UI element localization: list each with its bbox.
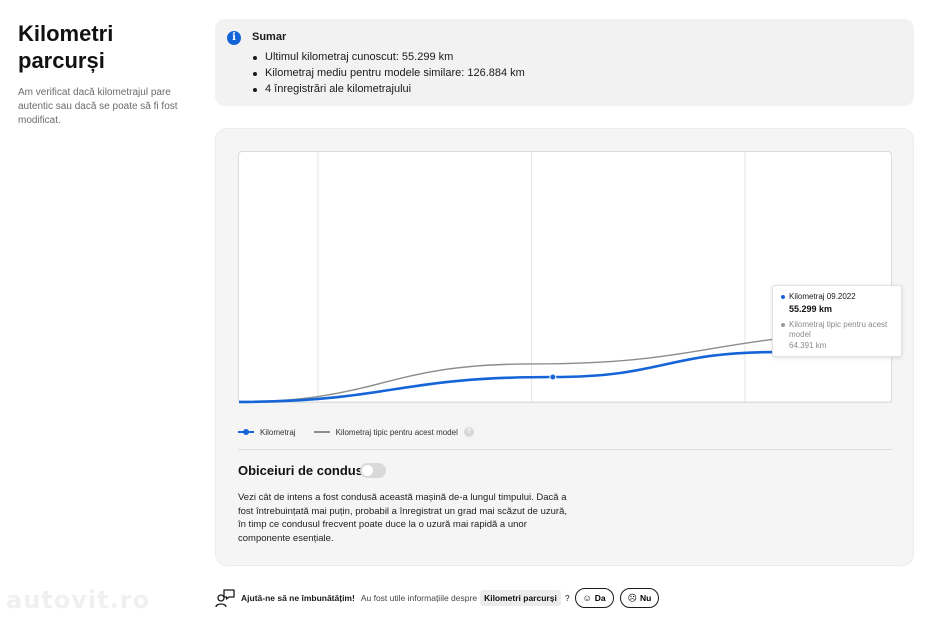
feedback-lead: Ajută-ne să ne îmbunătățim! [241,593,355,603]
legend-label-typical: Kilometraj tipic pentru acest model [335,427,458,437]
smile-icon: ☺ [582,593,592,603]
feedback-no-button[interactable]: ☹ Nu [619,588,660,608]
tooltip-dot-typical [781,323,785,327]
legend-item-mileage[interactable]: Kilometraj [238,428,296,437]
section-header: Kilometri parcurși Am verificat dacă kil… [18,20,188,128]
habits-description: Vezi cât de intens a fost condusă aceast… [238,492,567,544]
info-icon: i [227,31,241,45]
mileage-chart[interactable]: 202020212022 Kilometraj 09.2022 55.299 k… [238,151,902,404]
summary-item: 4 înregistrări ale kilometrajului [253,81,525,97]
page-description: Am verificat dacă kilometrajul pare aute… [18,87,178,126]
summary-box: i Sumar Ultimul kilometraj cunoscut: 55.… [215,19,914,106]
tooltip-value-typical: 64.391 km [789,341,827,350]
feedback-topic: Kilometri parcurși [480,590,561,606]
summary-item: Kilometraj mediu pentru modele similare:… [253,67,525,79]
watermark: autovit.ro [6,586,151,614]
page-title: Kilometri parcurși [18,21,114,73]
toggle-knob [362,465,373,476]
summary-item: Ultimul kilometraj cunoscut: 55.299 km [253,49,525,65]
chart-svg: 202020212022 [239,152,893,404]
legend-label-mileage: Kilometraj [260,427,296,437]
yes-label: Da [594,593,606,603]
feedback-qmark: ? [564,593,570,603]
tooltip-label-typical: Kilometraj tipic pentru acest model [789,320,888,339]
tooltip-label-mileage: Kilometraj 09.2022 [789,292,856,301]
feedback-chat-icon [215,589,235,608]
legend-swatch-typical [313,431,330,433]
chart-legend: Kilometraj Kilometraj tipic pentru acest… [238,427,492,437]
legend-item-typical[interactable]: Kilometraj tipic pentru acest model ? [313,427,474,437]
divider [238,449,892,450]
summary-title: Sumar [252,31,287,43]
help-icon[interactable]: ? [463,427,474,437]
summary-list: Ultimul kilometraj cunoscut: 55.299 km K… [253,49,525,97]
feedback-yes-button[interactable]: ☺ Da [574,588,614,608]
no-label: Nu [640,593,652,603]
chart-tooltip: Kilometraj 09.2022 55.299 km Kilometraj … [772,285,902,357]
legend-swatch-mileage [238,429,254,435]
feedback-question: Au fost utile informațiile despre [360,593,478,603]
sad-icon: ☹ [627,592,638,603]
mileage-card: 202020212022 Kilometraj 09.2022 55.299 k… [215,128,914,566]
tooltip-value-mileage: 55.299 km [789,304,833,314]
series-point-mileage [549,373,557,381]
habits-toggle[interactable] [360,463,386,478]
tooltip-dot-mileage [781,295,785,299]
feedback-bar: Ajută-ne să ne îmbunătățim! Au fost util… [215,586,665,610]
habits-title: Obiceiuri de condus [238,463,363,478]
